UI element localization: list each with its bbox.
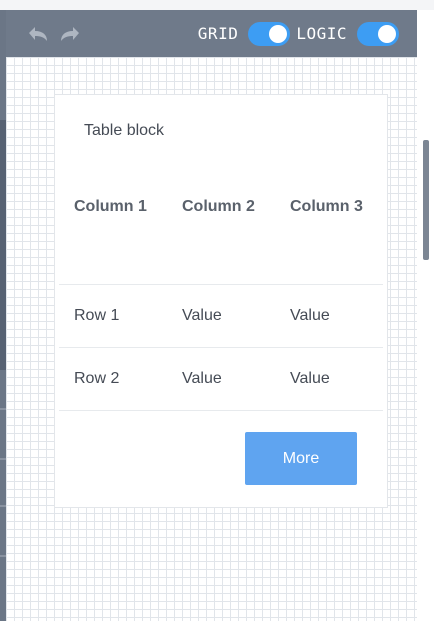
- redo-arrow-icon: [61, 26, 79, 41]
- undo-arrow-icon: [29, 26, 47, 41]
- table-row: Row 1 Value Value: [59, 285, 383, 348]
- table-cell: Value: [290, 307, 330, 324]
- table-row: Row 2 Value Value: [59, 348, 383, 411]
- data-table: Column 1 Column 2 Column 3 Row 1 Value V…: [59, 187, 383, 411]
- redo-button[interactable]: [54, 18, 86, 50]
- column-header: Column 3: [290, 198, 363, 215]
- column-header: Column 2: [182, 198, 255, 215]
- logic-toggle-knob: [378, 24, 396, 43]
- undo-button[interactable]: [22, 18, 54, 50]
- table-cell: Row 2: [74, 370, 120, 387]
- grid-toggle-knob: [269, 24, 288, 43]
- vertical-scrollbar[interactable]: [423, 140, 429, 260]
- table-block-title: Table block: [84, 122, 165, 139]
- toggle-group: GRID LOGIC: [197, 21, 399, 46]
- table-cell: Value: [290, 370, 330, 387]
- table-cell: Value: [182, 370, 222, 387]
- column-header: Column 1: [74, 198, 147, 215]
- table-header-row: Column 1 Column 2 Column 3: [59, 187, 383, 285]
- grid-toggle-label: GRID: [197, 24, 239, 43]
- right-panel-edge: [417, 10, 434, 621]
- editor-toolbar: GRID LOGIC: [6, 10, 417, 57]
- more-button[interactable]: More: [245, 432, 357, 485]
- table-cell: Row 1: [74, 307, 120, 324]
- window-top-strip: [0, 0, 434, 10]
- logic-toggle-label: LOGIC: [296, 24, 347, 43]
- table-block[interactable]: Table block Column 1 Column 2 Column 3 R…: [54, 94, 388, 508]
- logic-toggle[interactable]: [357, 21, 399, 46]
- grid-toggle[interactable]: [248, 21, 291, 46]
- table-cell: Value: [182, 307, 222, 324]
